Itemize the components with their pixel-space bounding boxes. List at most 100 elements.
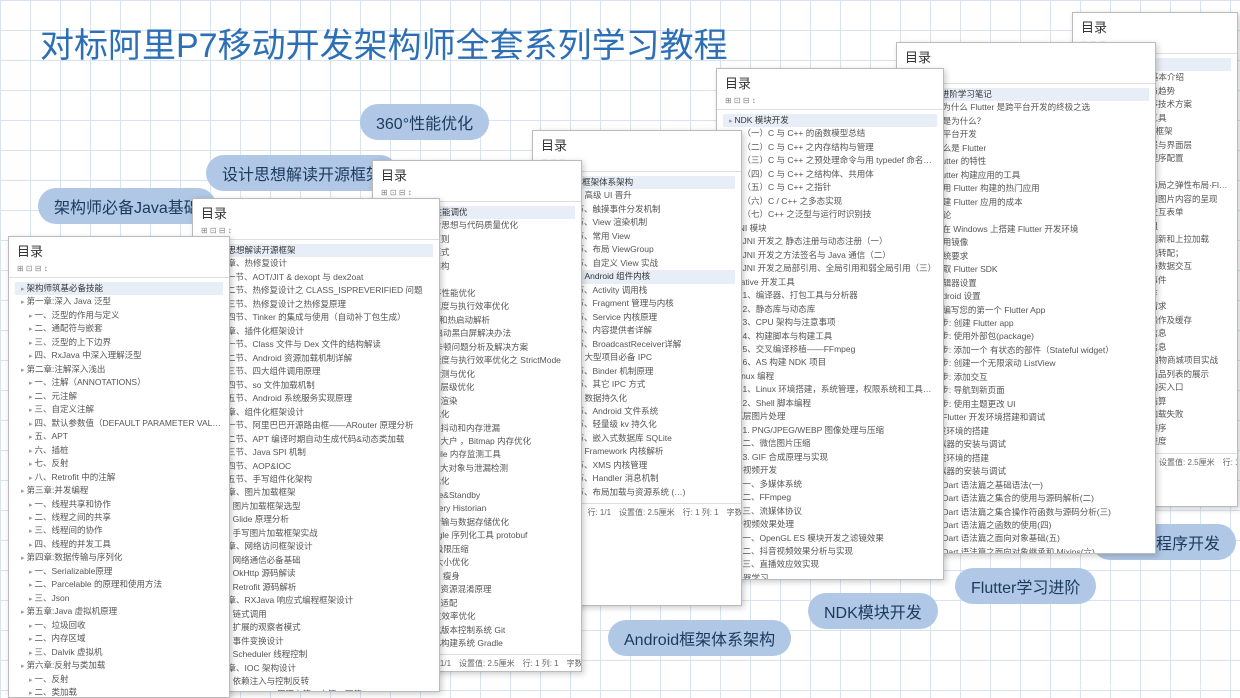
toc-item[interactable]: 三、线程间的协作 <box>15 524 223 537</box>
toc-item[interactable]: 六、插桩 <box>15 444 223 457</box>
toc-item[interactable]: 四、默认参数值（DEFAULT PARAMETER VALUES） <box>15 417 223 430</box>
toc-item[interactable]: 三、自定义注解 <box>15 403 223 416</box>
toc-item[interactable]: 第三章、组件化框架设计 <box>199 406 433 419</box>
toc-item[interactable]: （四）C 与 C++ 之结构体、共用体 <box>723 168 937 181</box>
toc-item[interactable]: 第三章:并发编程 <box>15 484 223 497</box>
toc-item[interactable]: 三、流媒体协议 <box>723 505 937 518</box>
toc-item[interactable]: 三、Json <box>15 592 223 605</box>
toc-item[interactable]: 第三节、Java SPI 机制 <box>199 446 433 459</box>
toc-item[interactable]: 第五节、Android 系统服务实现原理 <box>199 392 433 405</box>
toc-item[interactable]: 2、Shell 脚本编程 <box>723 397 937 410</box>
toc-item[interactable]: 4.2 Glide 原理分析 <box>199 513 433 526</box>
toc-item[interactable]: 4、构建脚本与构建工具 <box>723 330 937 343</box>
toc-item[interactable]: 第一节、AOT/JIT & dexopt 与 dex2oat <box>199 271 433 284</box>
toc-item[interactable]: 第五章、网络访问框架设计 <box>199 540 433 553</box>
section-header[interactable]: 架构师筑基必备技能 <box>15 282 223 295</box>
toc-item[interactable]: 1、编译器、打包工具与分析器 <box>723 289 937 302</box>
toc-item[interactable]: 第二节、热修复设计之 CLASS_ISPREVERIFIED 问题 <box>199 284 433 297</box>
toc-item[interactable]: 3、CPU 架构与注意事项 <box>723 316 937 329</box>
panel-toolbar[interactable]: ⊞ ⊡ ⊟ ↕ <box>717 94 943 110</box>
toc-item[interactable]: 第一章:深入 Java 泛型 <box>15 295 223 308</box>
toc-item[interactable]: （三）C 与 C++ 之预处理命令与用 typedef 命名已有类型 <box>723 154 937 167</box>
toc-item[interactable]: 5、交叉编译移植——FFmpeg <box>723 343 937 356</box>
toc-item[interactable]: 第二节、Android 资源加载机制详解 <box>199 352 433 365</box>
toc-item[interactable]: 一、线程共享和协作 <box>15 498 223 511</box>
toc-item[interactable]: 二、抖音视频效果分析与实现 <box>723 545 937 558</box>
toc-item[interactable]: 1、Linux 环境搭建，系统管理，权限系统和工具使用（vim 等） <box>723 383 937 396</box>
toc-item[interactable]: 二、Parcelable 的原理和使用方法 <box>15 578 223 591</box>
toc-item[interactable]: 第四节、so 文件加载机制 <box>199 379 433 392</box>
toc-item[interactable]: 二、元注解 <box>15 390 223 403</box>
toc-item[interactable]: 第三节、热修复设计之热修复原理 <box>199 298 433 311</box>
toc-item[interactable]: 6、AS 构建 NDK 项目 <box>723 356 937 369</box>
toc-item[interactable]: 第二章:注解深入浅出 <box>15 363 223 376</box>
toc-item[interactable]: 一、垃圾回收 <box>15 619 223 632</box>
toc-item[interactable]: 5.2 OkHttp 源码解读 <box>199 567 433 580</box>
toc-item[interactable]: 三、直播效应效实现 <box>723 558 937 571</box>
toc-item[interactable]: 第四节、Tinker 的集成与使用（自动补丁包生成） <box>199 311 433 324</box>
toc-item[interactable]: 一、OpenGL ES 模块开发之滤镜效果 <box>723 532 937 545</box>
toc-item[interactable]: 第五节、手写组件化架构 <box>199 473 433 486</box>
toc-item[interactable]: 八、Retrofit 中的注解 <box>15 471 223 484</box>
toc-item[interactable]: （二）C 与 C++ 之内存结构与管理 <box>723 141 937 154</box>
toc-item[interactable]: JNI 开发之方法签名与 Java 通信（二） <box>723 249 937 262</box>
toc-item[interactable]: 三、泛型的上下边界 <box>15 336 223 349</box>
toc-item[interactable]: 三、Dalvik 虚拟机 <box>15 646 223 659</box>
panel-toolbar[interactable]: ⊞ ⊡ ⊟ ↕ <box>9 262 229 278</box>
toc-item[interactable]: 6.2 扩展的观察者模式 <box>199 621 433 634</box>
toc-item[interactable]: 5.1 网络通信必备基础 <box>199 554 433 567</box>
toc-item[interactable]: 第五章:Java 虚拟机原理 <box>15 605 223 618</box>
toc-item[interactable]: 一、反射 <box>15 673 223 686</box>
toc-item[interactable]: 6.3 事件变换设计 <box>199 635 433 648</box>
toc-item[interactable]: 第六章、RXJava 响应式编程框架设计 <box>199 594 433 607</box>
toc-item[interactable]: （一）C 与 C++ 的函数模型总结 <box>723 127 937 140</box>
toc-item[interactable]: 2、静态库与动态库 <box>723 303 937 316</box>
toc-item[interactable]: 底层图片处理 <box>723 410 937 423</box>
toc-item[interactable]: 第一节、阿里巴巴开源路由框——ARouter 原理分析 <box>199 419 433 432</box>
toc-item[interactable]: 第二章、插件化框架设计 <box>199 325 433 338</box>
toc-item[interactable]: （五）C 与 C++ 之指针 <box>723 181 937 194</box>
toc-item[interactable]: 第三节、四大组件调用原理 <box>199 365 433 378</box>
toc-item[interactable]: 二、线程之间的共享 <box>15 511 223 524</box>
toc-item[interactable]: （七）C++ 之泛型与运行时识别技 <box>723 208 937 221</box>
toc-item[interactable]: 一、多媒体系统 <box>723 478 937 491</box>
toc-item[interactable]: 二、内存区域 <box>15 632 223 645</box>
toc-item[interactable]: 6.1 链式调用 <box>199 608 433 621</box>
section-header[interactable]: 设计思想解读开源框架 <box>199 244 433 257</box>
toc-item[interactable]: 4.1 图片加载框架选型 <box>199 500 433 513</box>
toc-item[interactable]: 第七章、IOC 架构设计 <box>199 662 433 675</box>
toc-item[interactable]: 音视频效果处理 <box>723 518 937 531</box>
toc-item[interactable]: 4.3 手写图片加载框架实战 <box>199 527 433 540</box>
toc-item[interactable]: JNI 开发之局部引用、全局引用和弱全局引用（三） <box>723 262 937 275</box>
toc-item[interactable]: 第六章:反射与类加载 <box>15 659 223 672</box>
toc-item[interactable]: 七、反射 <box>15 457 223 470</box>
toc-item[interactable]: 机器学习 <box>723 572 937 580</box>
toc-item[interactable]: 1. PNG/JPEG/WEBP 图像处理与压缩 <box>723 424 937 437</box>
toc-item[interactable]: 第四章、图片加载框架 <box>199 486 433 499</box>
toc-item[interactable]: 四、线程的并发工具 <box>15 538 223 551</box>
section-header[interactable]: NDK 模块开发 <box>723 114 937 127</box>
toc-item[interactable]: 第二节、APT 编译时期自动生成代码&动态类加载 <box>199 433 433 446</box>
toc-item[interactable]: Native 开发工具 <box>723 276 937 289</box>
toc-item[interactable]: 7.2 ButterKnife 原理上篇、中篇、下篇 <box>199 688 433 692</box>
toc-item[interactable]: 第一章、热修复设计 <box>199 257 433 270</box>
toc-item[interactable]: 二、通配符与嵌套 <box>15 322 223 335</box>
toc-item[interactable]: JNI 模块 <box>723 222 937 235</box>
toc-item[interactable]: 四、RxJava 中深入理解泛型 <box>15 349 223 362</box>
toc-item[interactable]: 音视频开发 <box>723 464 937 477</box>
toc-item[interactable]: 第一节、Class 文件与 Dex 文件的结构解读 <box>199 338 433 351</box>
toc-item[interactable]: Linux 编程 <box>723 370 937 383</box>
toc-item[interactable]: 二、FFmpeg <box>723 491 937 504</box>
toc-item[interactable]: 二、微信图片压缩 <box>723 437 937 450</box>
toc-item[interactable]: 6.4 Scheduler 线程控制 <box>199 648 433 661</box>
toc-item[interactable]: 第四节、AOP&IOC <box>199 460 433 473</box>
toc-item[interactable]: 五、APT <box>15 430 223 443</box>
toc-item[interactable]: 一、注解（ANNOTATIONS） <box>15 376 223 389</box>
toc-item[interactable]: 第四章:数据传输与序列化 <box>15 551 223 564</box>
toc-item[interactable]: （六）C / C++ 之多态实现 <box>723 195 937 208</box>
toc-item[interactable]: 一、Serializable原理 <box>15 565 223 578</box>
toc-item[interactable]: 5.3 Retrofit 源码解析 <box>199 581 433 594</box>
toc-item[interactable]: 7.1 依赖注入与控制反转 <box>199 675 433 688</box>
toc-item[interactable]: JNI 开发之 静态注册与动态注册（一） <box>723 235 937 248</box>
toc-item[interactable]: 一、泛型的作用与定义 <box>15 309 223 322</box>
